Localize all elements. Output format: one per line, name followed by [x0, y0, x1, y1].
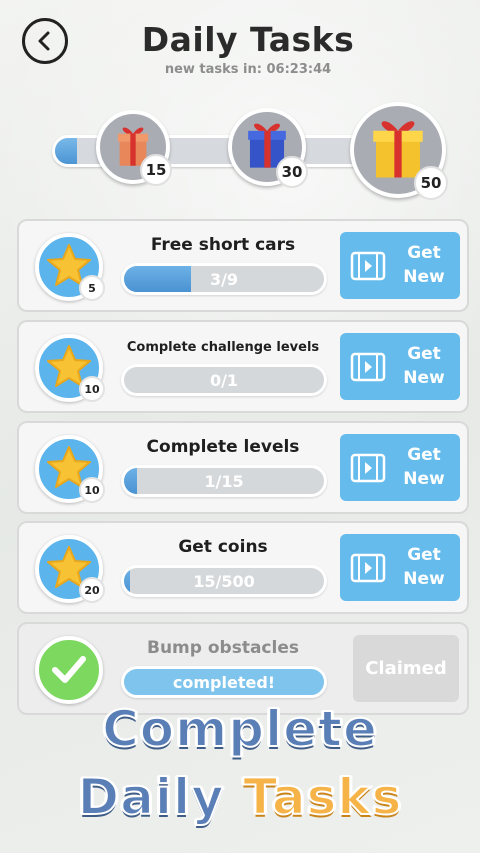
task-name: Bump obstacles: [147, 638, 299, 658]
task-progress-bar: 0/1: [121, 364, 327, 396]
promo-line-1: Complete: [101, 699, 378, 759]
task-progress-text: 0/1: [209, 370, 239, 390]
task-card: 5 Free short cars 3/9 Get New: [17, 219, 469, 312]
timer-text: new tasks in: 06:23:44: [164, 62, 332, 77]
video-play-icon: [350, 352, 386, 381]
promo-banner: Complete Daily Tasks: [0, 699, 480, 850]
get-new-button[interactable]: Get New: [340, 434, 460, 501]
header: Daily Tasks new tasks in: 06:23:44: [0, 0, 480, 100]
task-progress-text: completed!: [172, 672, 276, 692]
promo-word-daily: Daily: [77, 767, 225, 827]
claimed-button: Claimed: [353, 635, 459, 702]
get-new-label: Get New: [403, 242, 445, 287]
chest-count: 15: [140, 154, 172, 186]
task-progress-text: 3/9: [209, 269, 239, 289]
task-card: 10 Complete challenge levels 0/1 Get New: [17, 320, 469, 413]
task-card: 10 Complete levels 1/15 Get New: [17, 421, 469, 514]
chest-progress: 15 30 50: [0, 100, 480, 200]
chest-30[interactable]: 30: [228, 108, 308, 188]
get-new-label: Get New: [403, 343, 445, 388]
promo-word-tasks: Tasks: [242, 767, 403, 827]
task-progress-bar: 3/9: [121, 263, 327, 295]
get-new-button[interactable]: Get New: [340, 333, 460, 400]
task-name: Free short cars: [150, 235, 296, 255]
get-new-button[interactable]: Get New: [340, 534, 460, 601]
task-card: 20 Get coins 15/500 Get New: [17, 521, 469, 614]
task-done-badge: [35, 636, 103, 704]
reward-count: 10: [79, 477, 105, 503]
task-reward: 10: [35, 334, 105, 402]
get-new-label: Get New: [403, 544, 445, 589]
checkmark-icon: [52, 656, 86, 683]
page-title: Daily Tasks: [141, 20, 355, 59]
task-reward: 10: [35, 435, 105, 503]
video-play-icon: [350, 251, 386, 280]
task-name: Get coins: [178, 537, 268, 557]
task-progress-bar: 15/500: [121, 565, 327, 597]
reward-count: 20: [79, 577, 105, 603]
chest-progress-fill: [55, 138, 78, 164]
task-reward: 5: [35, 233, 105, 301]
chest-15[interactable]: 15: [96, 110, 172, 186]
task-reward: 20: [35, 535, 105, 603]
task-progress-bar: completed!: [121, 666, 327, 698]
video-play-icon: [350, 553, 386, 582]
task-progress-bar: 1/15: [121, 465, 327, 497]
promo-line-2: Daily Tasks: [0, 767, 480, 827]
task-progress-text: 1/15: [204, 471, 244, 491]
video-play-icon: [350, 453, 386, 482]
chest-count: 50: [414, 166, 448, 200]
task-name: Complete levels: [146, 437, 300, 457]
reward-count: 10: [79, 376, 105, 402]
get-new-button[interactable]: Get New: [340, 232, 460, 299]
task-name: Complete challenge levels: [126, 340, 320, 355]
get-new-label: Get New: [403, 444, 445, 489]
chest-count: 30: [276, 156, 308, 188]
chest-50[interactable]: 50: [350, 102, 448, 200]
task-progress-text: 15/500: [193, 571, 255, 591]
reward-count: 5: [79, 275, 105, 301]
